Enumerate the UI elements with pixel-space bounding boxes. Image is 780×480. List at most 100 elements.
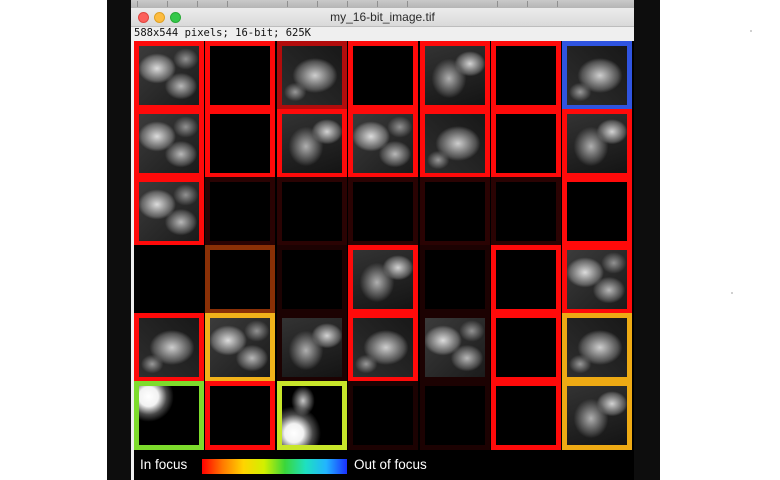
- empty-region: [210, 386, 270, 445]
- toolbar-segment: [527, 1, 542, 7]
- focus-tile: [491, 41, 561, 110]
- cell-image-region: [567, 386, 627, 445]
- focus-tile: [348, 381, 418, 450]
- focus-tile: [205, 245, 275, 314]
- focus-tile: [205, 381, 275, 450]
- focus-tile: [491, 381, 561, 450]
- empty-region: [425, 386, 485, 445]
- focus-tile: [134, 313, 204, 382]
- focus-tile: [134, 381, 204, 450]
- focus-tile: [205, 313, 275, 382]
- cell-image-region: [353, 250, 413, 309]
- focus-tile: [562, 313, 632, 382]
- legend-in-focus-label: In focus: [140, 457, 188, 472]
- empty-region: [353, 182, 413, 241]
- focus-tile: [420, 177, 490, 246]
- focus-tile: [348, 41, 418, 110]
- empty-region: [425, 250, 485, 309]
- focus-tile: [491, 245, 561, 314]
- toolbar-segment: [197, 1, 212, 7]
- empty-region: [425, 182, 485, 241]
- focus-tile: [348, 313, 418, 382]
- toolbar-segment: [347, 1, 362, 7]
- right-dark-strip: [634, 0, 660, 480]
- focus-tile: [420, 41, 490, 110]
- stray-dot: [731, 292, 733, 294]
- toolbar-segment: [137, 1, 152, 7]
- window-titlebar[interactable]: my_16-bit_image.tif: [131, 8, 634, 27]
- cell-image-region: [282, 318, 342, 377]
- window-title: my_16-bit_image.tif: [330, 10, 435, 24]
- toolbar-segment: [167, 1, 182, 7]
- focus-tile: [134, 177, 204, 246]
- empty-region: [139, 250, 199, 309]
- toolbar-segment: [407, 1, 422, 7]
- empty-region: [210, 182, 270, 241]
- cell-image-region: [139, 114, 199, 173]
- empty-region: [567, 182, 627, 241]
- cell-image-region: [425, 114, 485, 173]
- empty-region: [496, 114, 556, 173]
- stray-dot: [750, 30, 752, 32]
- toolbar-segment: [557, 1, 572, 7]
- image-info-line: 588x544 pixels; 16-bit; 625K: [134, 27, 312, 39]
- cell-image-region: [567, 114, 627, 173]
- empty-region: [210, 46, 270, 105]
- focus-tile: [491, 109, 561, 178]
- empty-region: [210, 250, 270, 309]
- focus-tile: [420, 109, 490, 178]
- focus-tile: [277, 381, 347, 450]
- cell-image-region: [282, 386, 342, 445]
- focus-tile: [562, 177, 632, 246]
- cell-image-region: [210, 318, 270, 377]
- cell-image-region: [282, 46, 342, 105]
- focus-tile: [134, 245, 204, 314]
- legend-colorbar: [202, 459, 347, 474]
- focus-tile: [491, 177, 561, 246]
- focus-tile: [277, 109, 347, 178]
- toolbar-segment: [497, 1, 512, 7]
- focus-tile: [348, 245, 418, 314]
- cell-image-region: [567, 46, 627, 105]
- cell-image-region: [353, 318, 413, 377]
- empty-region: [496, 250, 556, 309]
- image-window: my_16-bit_image.tif 588x544 pixels; 16-b…: [131, 8, 634, 480]
- focus-tile: [277, 313, 347, 382]
- toolbar-segment: [317, 1, 332, 7]
- focus-tile: [277, 41, 347, 110]
- focus-tile: [420, 245, 490, 314]
- legend-out-of-focus-label: Out of focus: [354, 457, 427, 472]
- empty-region: [496, 318, 556, 377]
- cell-image-region: [567, 250, 627, 309]
- focus-tile: [562, 41, 632, 110]
- toolbar-segment: [377, 1, 392, 7]
- focus-tile: [205, 177, 275, 246]
- empty-region: [282, 182, 342, 241]
- cell-image-region: [282, 114, 342, 173]
- focus-tile: [205, 109, 275, 178]
- cell-image-region: [139, 386, 199, 445]
- empty-region: [353, 386, 413, 445]
- image-canvas[interactable]: In focus Out of focus: [134, 41, 634, 480]
- empty-region: [496, 386, 556, 445]
- empty-region: [496, 46, 556, 105]
- left-dark-strip: [107, 0, 131, 480]
- focus-tile: [205, 41, 275, 110]
- focus-tile: [134, 109, 204, 178]
- focus-tile: [420, 313, 490, 382]
- empty-region: [210, 114, 270, 173]
- focus-tile: [348, 177, 418, 246]
- cell-image-region: [139, 318, 199, 377]
- focus-tile: [277, 177, 347, 246]
- focus-legend: In focus Out of focus: [134, 451, 634, 480]
- toolbar-segment: [227, 1, 242, 7]
- focus-tile: [491, 313, 561, 382]
- cell-image-region: [139, 46, 199, 105]
- toolbar-segment: [287, 1, 302, 7]
- cell-image-region: [353, 114, 413, 173]
- focus-tile: [562, 381, 632, 450]
- focus-tile: [277, 245, 347, 314]
- cell-image-region: [139, 182, 199, 241]
- focus-tile: [420, 381, 490, 450]
- empty-region: [282, 250, 342, 309]
